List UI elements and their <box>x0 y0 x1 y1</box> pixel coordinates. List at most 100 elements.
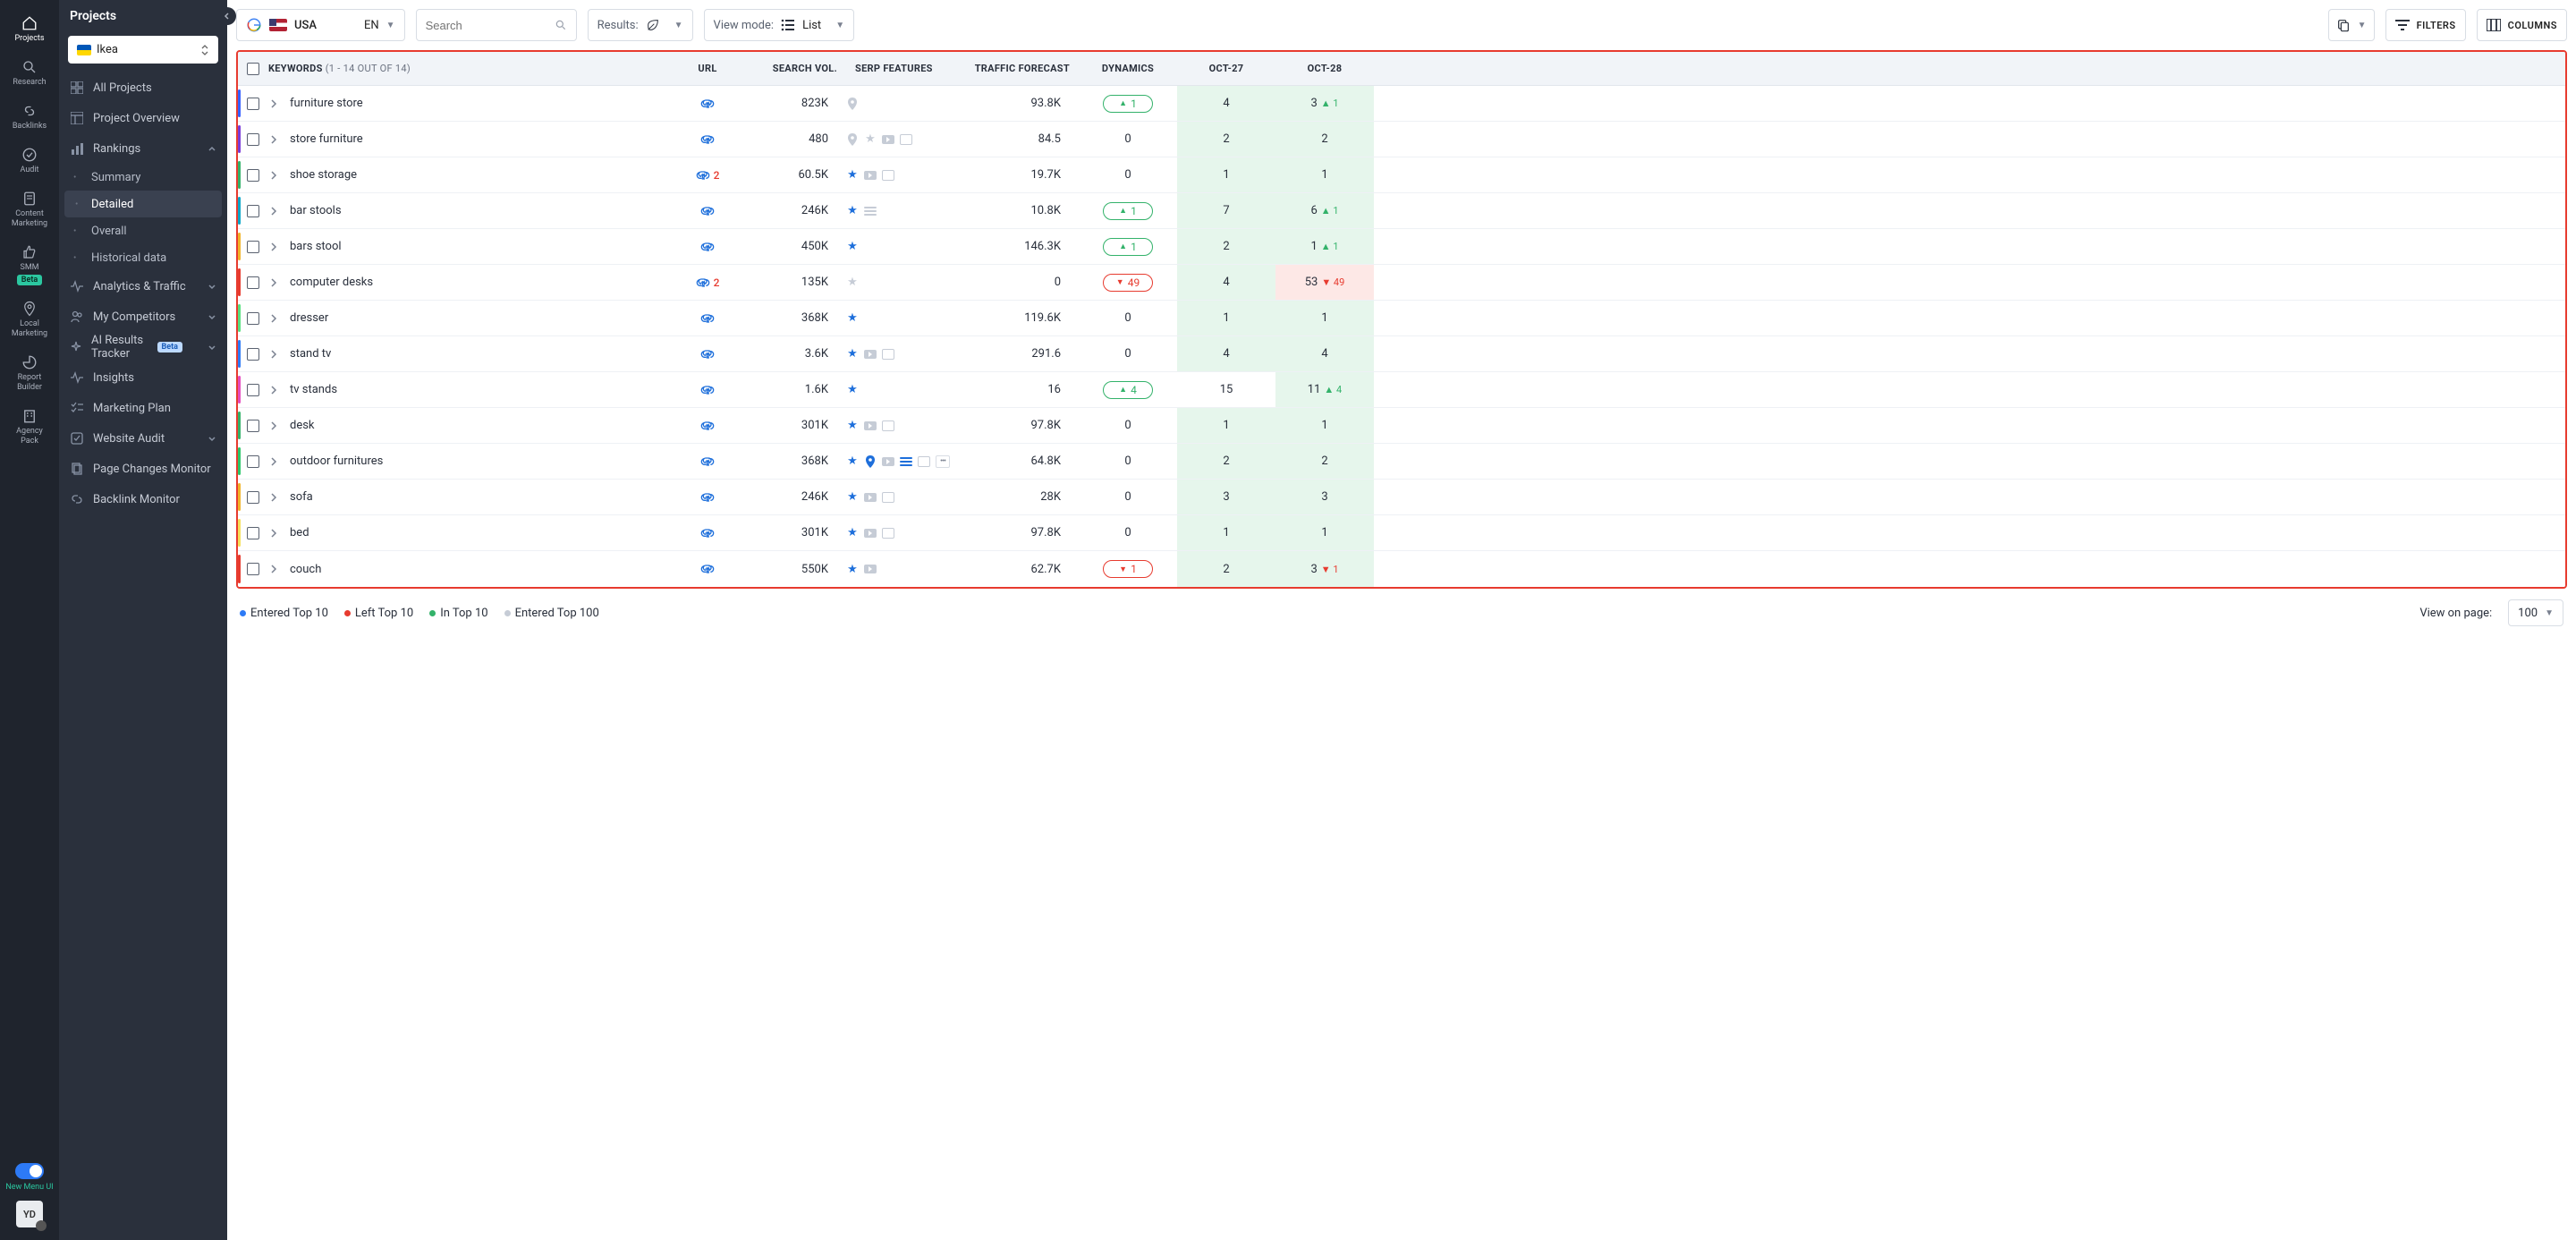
col-serp-features[interactable]: SERP FEATURES <box>846 63 953 74</box>
rail-item-content-marketing[interactable]: ContentMarketing <box>8 183 51 236</box>
rail-item-local-marketing[interactable]: LocalMarketing <box>8 293 51 346</box>
col-dynamics[interactable]: DYNAMICS <box>1079 63 1177 74</box>
copy-button[interactable]: ▼ <box>2328 9 2375 41</box>
row-checkbox[interactable] <box>247 241 259 253</box>
sidebar-item-project-overview[interactable]: Project Overview <box>59 103 227 133</box>
sidebar-item-backlink-monitor[interactable]: Backlink Monitor <box>59 484 227 514</box>
sidebar-subitem-overall[interactable]: Overall <box>59 217 227 244</box>
col-date2[interactable]: OCT-28 <box>1275 63 1374 74</box>
row-checkbox[interactable] <box>247 348 259 361</box>
keyword-text[interactable]: furniture store <box>290 97 363 110</box>
more-icon[interactable]: ••• <box>936 455 950 468</box>
rail-item-agency-pack[interactable]: AgencyPack <box>8 400 51 454</box>
keyword-text[interactable]: bed <box>290 526 309 539</box>
expand-row-button[interactable] <box>270 242 279 251</box>
row-checkbox[interactable] <box>247 98 259 110</box>
col-date1[interactable]: OCT-27 <box>1177 63 1275 74</box>
row-checkbox[interactable] <box>247 563 259 575</box>
url-link-icon[interactable] <box>696 277 710 288</box>
col-search-vol[interactable]: SEARCH VOL. <box>739 63 846 74</box>
row-checkbox[interactable] <box>247 491 259 504</box>
expand-row-button[interactable] <box>270 386 279 395</box>
search-input[interactable] <box>426 19 547 32</box>
expand-row-button[interactable] <box>270 565 279 573</box>
keyword-text[interactable]: stand tv <box>290 347 331 361</box>
expand-row-button[interactable] <box>270 171 279 180</box>
sidebar-subitem-detailed[interactable]: Detailed <box>64 191 222 217</box>
page-size-select[interactable]: 100 ▼ <box>2508 599 2563 626</box>
menu-ui-toggle[interactable] <box>15 1163 44 1179</box>
url-link-icon[interactable] <box>700 242 715 252</box>
url-link-icon[interactable] <box>700 492 715 503</box>
expand-row-button[interactable] <box>270 457 279 466</box>
keyword-text[interactable]: dresser <box>290 311 328 325</box>
expand-row-button[interactable] <box>270 350 279 359</box>
col-url[interactable]: URL <box>676 63 739 74</box>
sidebar-item-marketing-plan[interactable]: Marketing Plan <box>59 393 227 423</box>
results-filter[interactable]: Results: ▼ <box>588 9 693 41</box>
rail-item-smm[interactable]: SMMBeta <box>8 236 51 293</box>
sidebar-item-analytics-traffic[interactable]: Analytics & Traffic <box>59 271 227 302</box>
expand-row-button[interactable] <box>270 529 279 538</box>
expand-row-button[interactable] <box>270 314 279 323</box>
rail-item-report-builder[interactable]: ReportBuilder <box>8 346 51 400</box>
select-all-checkbox[interactable] <box>247 63 259 75</box>
row-checkbox[interactable] <box>247 527 259 539</box>
sidebar-subitem-historical-data[interactable]: Historical data <box>59 244 227 271</box>
row-checkbox[interactable] <box>247 276 259 289</box>
keyword-text[interactable]: shoe storage <box>290 168 357 182</box>
keyword-text[interactable]: bars stool <box>290 240 342 253</box>
keyword-text[interactable]: computer desks <box>290 276 373 289</box>
filters-button[interactable]: FILTERS <box>2385 9 2466 41</box>
url-link-icon[interactable] <box>700 134 715 145</box>
url-link-icon[interactable] <box>700 420 715 431</box>
sidebar-item-rankings[interactable]: Rankings <box>59 133 227 164</box>
url-link-icon[interactable] <box>696 170 710 181</box>
keyword-text[interactable]: tv stands <box>290 383 337 396</box>
rail-item-research[interactable]: Research <box>8 51 51 95</box>
keyword-text[interactable]: store furniture <box>290 132 363 146</box>
keyword-text[interactable]: sofa <box>290 490 313 504</box>
expand-row-button[interactable] <box>270 421 279 430</box>
url-link-icon[interactable] <box>700 456 715 467</box>
sidebar-item-my-competitors[interactable]: My Competitors <box>59 302 227 332</box>
url-link-icon[interactable] <box>700 385 715 395</box>
rail-item-projects[interactable]: Projects <box>8 7 51 51</box>
row-checkbox[interactable] <box>247 312 259 325</box>
sidebar-item-insights[interactable]: Insights <box>59 362 227 393</box>
columns-button[interactable]: COLUMNS <box>2477 9 2567 41</box>
keyword-text[interactable]: couch <box>290 563 321 576</box>
row-checkbox[interactable] <box>247 384 259 396</box>
sidebar-item-website-audit[interactable]: Website Audit <box>59 423 227 454</box>
keyword-text[interactable]: bar stools <box>290 204 342 217</box>
expand-row-button[interactable] <box>270 135 279 144</box>
expand-row-button[interactable] <box>270 99 279 108</box>
expand-row-button[interactable] <box>270 493 279 502</box>
sidebar-item-page-changes-monitor[interactable]: Page Changes Monitor <box>59 454 227 484</box>
row-checkbox[interactable] <box>247 455 259 468</box>
url-link-icon[interactable] <box>700 313 715 324</box>
search-box[interactable] <box>416 9 577 41</box>
row-checkbox[interactable] <box>247 133 259 146</box>
user-avatar[interactable]: YD <box>16 1201 43 1227</box>
keyword-text[interactable]: desk <box>290 419 315 432</box>
expand-row-button[interactable] <box>270 278 279 287</box>
rail-item-backlinks[interactable]: Backlinks <box>8 95 51 139</box>
url-link-icon[interactable] <box>700 349 715 360</box>
col-traffic-forecast[interactable]: TRAFFIC FORECAST <box>953 63 1079 74</box>
view-mode-selector[interactable]: View mode: List ▼ <box>704 9 855 41</box>
search-engine-selector[interactable]: USA EN ▼ <box>236 9 405 41</box>
expand-row-button[interactable] <box>270 207 279 216</box>
url-link-icon[interactable] <box>700 564 715 574</box>
row-checkbox[interactable] <box>247 420 259 432</box>
url-link-icon[interactable] <box>700 98 715 109</box>
sidebar-item-ai-results-tracker[interactable]: AI Results TrackerBeta <box>59 332 227 362</box>
sidebar-item-all-projects[interactable]: All Projects <box>59 72 227 103</box>
rail-item-audit[interactable]: Audit <box>8 139 51 183</box>
keyword-text[interactable]: outdoor furnitures <box>290 454 383 468</box>
row-checkbox[interactable] <box>247 205 259 217</box>
sidebar-subitem-summary[interactable]: Summary <box>59 164 227 191</box>
url-link-icon[interactable] <box>700 528 715 539</box>
row-checkbox[interactable] <box>247 169 259 182</box>
url-link-icon[interactable] <box>700 206 715 217</box>
